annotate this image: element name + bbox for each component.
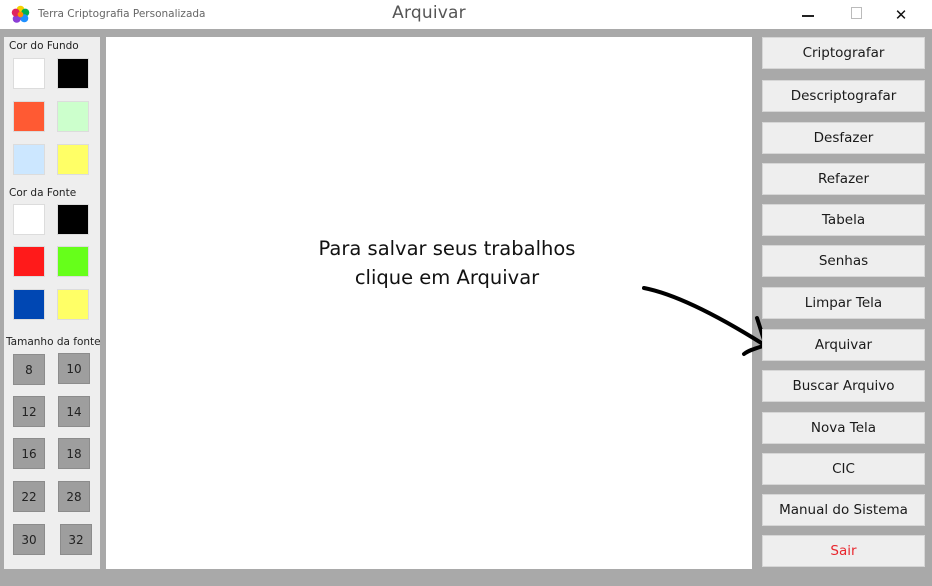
font-color-blue[interactable]	[13, 289, 45, 320]
font-size-12-button[interactable]: 12	[13, 396, 45, 427]
save-hint-line-2: clique em Arquivar	[354, 266, 540, 289]
search-file-button[interactable]: Buscar Arquivo	[762, 370, 925, 402]
archive-button[interactable]: Arquivar	[762, 329, 925, 361]
font-size-10-button[interactable]: 10	[58, 353, 90, 384]
background-color-white[interactable]	[13, 58, 45, 89]
font-color-black[interactable]	[57, 204, 89, 235]
new-screen-button[interactable]: Nova Tela	[762, 412, 925, 444]
undo-button[interactable]: Desfazer	[762, 122, 925, 154]
maximize-button[interactable]	[841, 4, 871, 26]
font-size-16-button[interactable]: 16	[13, 438, 45, 469]
font-size-14-button[interactable]: 14	[58, 396, 90, 427]
decrypt-button[interactable]: Descriptografar	[762, 80, 925, 112]
background-color-light-blue[interactable]	[13, 144, 45, 175]
title-bar: Terra Criptografia Personalizada Arquiva…	[0, 0, 932, 29]
font-size-8-button[interactable]: 8	[13, 354, 45, 385]
minimize-button[interactable]	[793, 4, 823, 26]
save-hint-line-1: Para salvar seus trabalhos	[318, 237, 576, 260]
font-size-22-button[interactable]: 22	[13, 481, 45, 512]
close-button[interactable]: ✕	[886, 4, 916, 26]
font-size-28-button[interactable]: 28	[58, 481, 90, 512]
font-color-label: Cor da Fonte	[9, 187, 77, 199]
background-color-black[interactable]	[57, 58, 89, 89]
font-size-label: Tamanho da fonte	[6, 336, 101, 348]
background-color-yellow[interactable]	[57, 144, 89, 175]
background-color-light-green[interactable]	[57, 101, 89, 132]
cic-button[interactable]: CIC	[762, 453, 925, 485]
font-size-32-button[interactable]: 32	[60, 524, 92, 555]
window-title: Arquivar	[392, 3, 466, 23]
passwords-button[interactable]: Senhas	[762, 245, 925, 277]
font-color-green[interactable]	[57, 246, 89, 277]
font-color-red[interactable]	[13, 246, 45, 277]
formatting-panel: Cor do Fundo Cor da Fonte Tamanho da fon…	[4, 37, 101, 569]
font-size-30-button[interactable]: 30	[13, 524, 45, 555]
save-hint: Para salvar seus trabalhos clique em Arq…	[302, 234, 592, 292]
clear-screen-button[interactable]: Limpar Tela	[762, 287, 925, 319]
exit-button[interactable]: Sair	[762, 535, 925, 567]
background-color-orange[interactable]	[13, 101, 45, 132]
system-manual-button[interactable]: Manual do Sistema	[762, 494, 925, 526]
font-size-18-button[interactable]: 18	[58, 438, 90, 469]
background-color-label: Cor do Fundo	[9, 40, 79, 52]
table-button[interactable]: Tabela	[762, 204, 925, 236]
font-color-yellow[interactable]	[57, 289, 89, 320]
arrow-pointing-icon	[642, 286, 768, 356]
encrypt-button[interactable]: Criptografar	[762, 37, 925, 69]
redo-button[interactable]: Refazer	[762, 163, 925, 195]
font-color-white[interactable]	[13, 204, 45, 235]
